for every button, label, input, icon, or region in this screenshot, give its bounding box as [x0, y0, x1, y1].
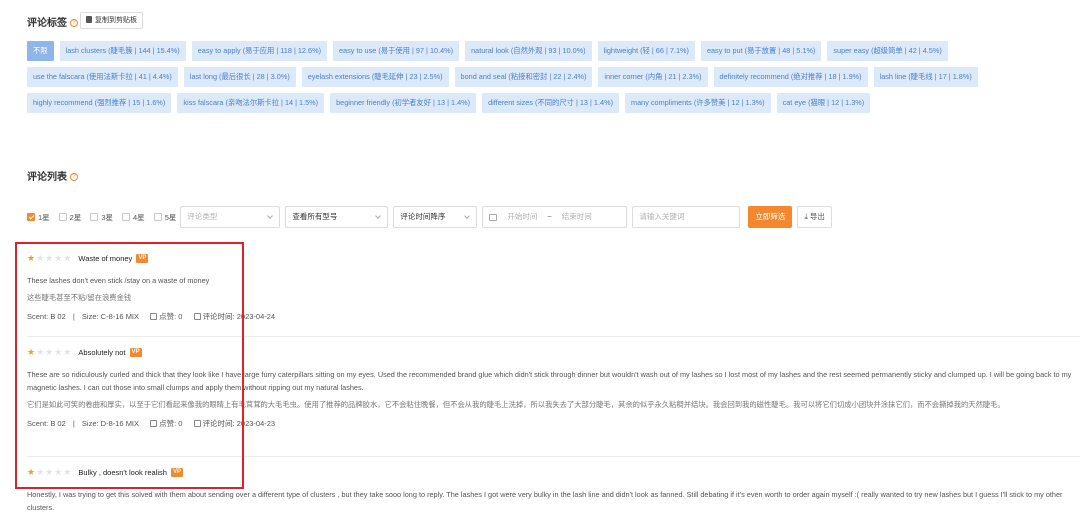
review-type-placeholder: 评论类型 — [187, 212, 218, 221]
model-select-value: 查看所有型号 — [292, 212, 338, 221]
keyword-placeholder: 请输入关键词 — [639, 212, 685, 221]
tag-item[interactable]: super easy (超级简单 | 42 | 4.5%) — [827, 41, 948, 61]
export-label: 导出 — [809, 212, 825, 221]
filter-bar: 1星 2星 3星 4星 5星 评论类型 查看所有型号 评论时间降序 开始时间 ~… — [27, 206, 832, 228]
review-type-select[interactable]: 评论类型 — [180, 206, 281, 228]
rating-checkbox-4[interactable]: 4星 — [122, 212, 145, 223]
copy-icon — [86, 16, 92, 23]
highlight-box — [15, 242, 244, 489]
export-button[interactable]: ⤓ 导出 — [797, 206, 832, 228]
tag-item[interactable]: lash line (睫毛线 | 17 | 1.8%) — [873, 67, 978, 87]
checkbox[interactable] — [122, 213, 131, 221]
rating-checkbox-5[interactable]: 5星 — [153, 212, 177, 223]
tag-item[interactable]: eyelash extensions (睫毛延伸 | 23 | 2.5%) — [301, 67, 449, 87]
tag-item[interactable]: many compliments (许多赞美 | 12 | 1.3%) — [625, 93, 771, 113]
chevron-down-icon — [267, 213, 274, 219]
tags-title-text: 评论标签 — [27, 18, 67, 29]
rating-label: 4星 — [133, 212, 145, 222]
date-separator: ~ — [547, 212, 552, 221]
review-text: Honestly, I was trying to get this solve… — [27, 490, 1063, 512]
review-list-title: 评论列表? — [27, 168, 78, 183]
rating-checkbox-2[interactable]: 2星 — [58, 212, 82, 223]
tag-item[interactable]: beginner friendly (初学者友好 | 13 | 1.4%) — [330, 93, 477, 113]
rating-label: 1星 — [38, 212, 50, 222]
chevron-down-icon — [375, 213, 382, 219]
calendar-icon — [489, 213, 498, 221]
sort-select[interactable]: 评论时间降序 — [393, 206, 478, 228]
tag-item[interactable]: different sizes (不同的尺寸 | 13 | 1.4%) — [482, 93, 619, 113]
chevron-down-icon — [464, 213, 471, 219]
copy-button-label: 复制到剪贴板 — [95, 17, 137, 24]
rating-label: 3星 — [101, 212, 114, 222]
help-icon[interactable]: ? — [70, 19, 78, 28]
sort-select-value: 评论时间降序 — [400, 212, 446, 221]
tag-item[interactable]: kiss falscara (亲吻法尔斯卡拉 | 14 | 1.5%) — [177, 93, 325, 113]
rating-label: 5星 — [164, 212, 177, 222]
checkbox[interactable] — [90, 213, 99, 221]
copy-to-clipboard-button[interactable]: 复制到剪贴板 — [80, 12, 143, 29]
end-date-input[interactable]: 结束时间 — [562, 207, 592, 227]
date-range-picker[interactable]: 开始时间 ~ 结束时间 — [482, 206, 628, 228]
checkbox[interactable] — [153, 213, 162, 221]
export-icon: ⤓ — [804, 212, 808, 221]
tag-list: 不限 lash clusters (睫毛簇 | 144 | 15.4%) eas… — [27, 41, 1067, 119]
tags-section-title: 评论标签? — [27, 14, 78, 29]
rating-checkbox-1[interactable]: 1星 — [27, 212, 50, 223]
tag-all[interactable]: 不限 — [27, 41, 54, 61]
model-select[interactable]: 查看所有型号 — [285, 206, 389, 228]
rating-label: 2星 — [69, 212, 82, 222]
tag-item[interactable]: last long (最后很长 | 28 | 3.0%) — [183, 67, 296, 87]
tag-item[interactable]: natural look (自然外观 | 93 | 10.0%) — [465, 41, 592, 61]
tag-item[interactable]: easy to put (易于放置 | 48 | 5.1%) — [700, 41, 822, 61]
rating-checkbox-3[interactable]: 3星 — [90, 212, 113, 223]
checkbox[interactable] — [58, 213, 67, 221]
tag-item[interactable]: cat eye (猫眼 | 12 | 1.3%) — [776, 93, 871, 113]
review-list-title-text: 评论列表 — [27, 172, 67, 183]
tag-item[interactable]: lash clusters (睫毛簇 | 144 | 15.4%) — [59, 41, 186, 61]
filter-now-button[interactable]: 立即筛选 — [748, 206, 793, 228]
keyword-input[interactable]: 请输入关键词 — [632, 206, 741, 228]
tag-item[interactable]: lightweight (轻 | 66 | 7.1%) — [597, 41, 695, 61]
tag-item[interactable]: use the falscara (使用法斯卡拉 | 41 | 4.4%) — [27, 67, 178, 87]
help-icon[interactable]: ? — [70, 173, 78, 182]
tag-item[interactable]: easy to apply (易于应用 | 118 | 12.6%) — [191, 41, 327, 61]
tag-item[interactable]: easy to use (易于使用 | 97 | 10.4%) — [333, 41, 460, 61]
tag-item[interactable]: highly recommend (强烈推荐 | 15 | 1.6%) — [27, 93, 172, 113]
start-date-input[interactable]: 开始时间 — [507, 207, 537, 227]
tag-item[interactable]: bond and seal (粘接和密封 | 22 | 2.4%) — [454, 67, 593, 87]
tag-item[interactable]: definitely recommend (绝对推荐 | 18 | 1.9%) — [713, 67, 868, 87]
checkbox-checked[interactable] — [27, 213, 35, 221]
tag-item[interactable]: inner corner (内角 | 21 | 2.3%) — [598, 67, 708, 87]
